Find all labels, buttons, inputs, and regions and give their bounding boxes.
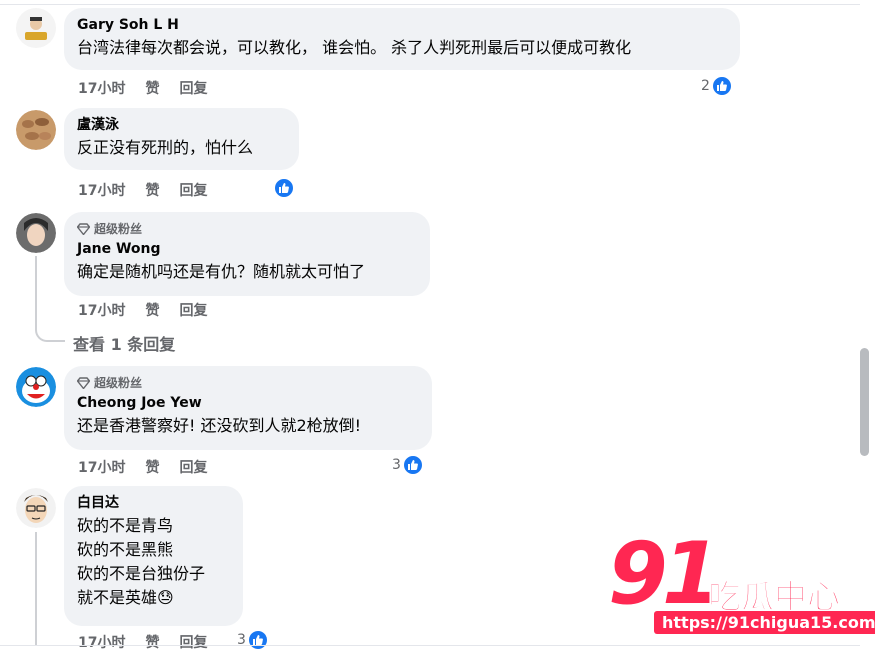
comment-text: 反正没有死刑的，怕什么 <box>77 138 254 157</box>
reaction-count: 3 <box>392 457 401 473</box>
thumbs-up-icon <box>246 629 269 651</box>
avatar-jane[interactable] <box>16 213 56 253</box>
comment-actions: 17小时 赞 回复 <box>78 78 207 98</box>
comment-line: 就不是英雄😓 <box>77 588 174 607</box>
comment-bubble: 超级粉丝 Jane Wong 确定是随机吗还是有仇？随机就太可怕了 <box>64 212 430 296</box>
thread-line <box>35 256 37 326</box>
watermark-logo: 91 吃瓜中心 https://91chigua15.com <box>608 524 875 640</box>
thumbs-up-icon <box>273 177 295 199</box>
comment-bubble: 超级粉丝 Cheong Joe Yew 还是香港警察好! 还没砍到人就2枪放倒! <box>64 366 432 450</box>
comment-text: 台湾法律每次都会说，可以教化， 谁会怕。 杀了人判死刑最后可以便成可教化 <box>77 38 632 57</box>
comment-actions: 17小时 赞 回复 <box>78 180 207 200</box>
comment-actions: 17小时 赞 回复 <box>78 300 207 320</box>
watermark-url: https://91chigua15.com <box>654 611 875 634</box>
reaction-count: 2 <box>701 78 710 94</box>
comment-author[interactable]: Cheong Joe Yew <box>77 394 420 412</box>
avatar-baimuda[interactable] <box>16 488 56 528</box>
thumbs-up-icon <box>710 75 733 97</box>
view-replies-link[interactable]: 查看 1 条回复 <box>73 331 175 355</box>
thumbs-up-icon <box>401 454 424 476</box>
avatar-cheong[interactable] <box>16 367 56 407</box>
top-divider <box>0 4 860 5</box>
like-button[interactable]: 赞 <box>145 632 159 652</box>
watermark-number: 91 <box>608 524 722 624</box>
comment-line: 砍的不是黑熊 <box>77 540 174 559</box>
comment-bubble: 盧漢泳 反正没有死刑的，怕什么 <box>64 108 299 170</box>
top-fan-badge: 超级粉丝 <box>77 374 420 391</box>
thread-line <box>35 532 37 645</box>
top-fan-badge: 超级粉丝 <box>77 220 418 237</box>
like-button[interactable]: 赞 <box>145 300 159 320</box>
comment-bubble: 白目达 砍的不是青鸟 砍的不是黑熊 砍的不是台独份子 就不是英雄😓 <box>64 486 243 626</box>
bottom-divider <box>0 645 860 646</box>
reaction-summary[interactable] <box>273 177 295 199</box>
comment-time[interactable]: 17小时 <box>78 180 125 200</box>
sweat-emoji: 😓 <box>157 588 174 607</box>
scrollbar-thumb[interactable] <box>860 348 869 456</box>
diamond-icon <box>77 222 90 235</box>
comment-actions: 17小时 赞 回复 <box>78 632 207 652</box>
reply-button[interactable]: 回复 <box>179 300 207 320</box>
reply-button[interactable]: 回复 <box>179 457 207 477</box>
comment-line: 砍的不是台独份子 <box>77 564 206 583</box>
reaction-summary[interactable]: 2 <box>701 75 733 97</box>
comment-time[interactable]: 17小时 <box>78 300 125 320</box>
avatar-gary[interactable] <box>16 8 56 48</box>
reply-button[interactable]: 回复 <box>179 78 207 98</box>
diamond-icon <box>77 376 90 389</box>
like-button[interactable]: 赞 <box>145 457 159 477</box>
like-button[interactable]: 赞 <box>145 78 159 98</box>
comment-line: 砍的不是青鸟 <box>77 516 174 535</box>
comment-author[interactable]: 盧漢泳 <box>77 116 287 134</box>
comment-bubble: Gary Soh L H 台湾法律每次都会说，可以教化， 谁会怕。 杀了人判死刑… <box>64 8 740 70</box>
thread-connector <box>35 320 65 342</box>
reaction-summary[interactable]: 3 <box>392 454 424 476</box>
like-button[interactable]: 赞 <box>145 180 159 200</box>
avatar-lu[interactable] <box>16 110 56 150</box>
comment-author[interactable]: Jane Wong <box>77 240 418 258</box>
reply-button[interactable]: 回复 <box>179 180 207 200</box>
comment-actions: 17小时 赞 回复 <box>78 457 207 477</box>
comment-text: 还是香港警察好! 还没砍到人就2枪放倒! <box>77 416 362 435</box>
comment-time[interactable]: 17小时 <box>78 457 125 477</box>
comment-author[interactable]: 白目达 <box>77 494 231 512</box>
comment-author[interactable]: Gary Soh L H <box>77 16 728 34</box>
comment-time[interactable]: 17小时 <box>78 632 125 652</box>
comment-text: 确定是随机吗还是有仇？随机就太可怕了 <box>77 262 366 281</box>
comment-time[interactable]: 17小时 <box>78 78 125 98</box>
reaction-summary[interactable]: 3 <box>237 629 269 651</box>
reply-button[interactable]: 回复 <box>179 632 207 652</box>
